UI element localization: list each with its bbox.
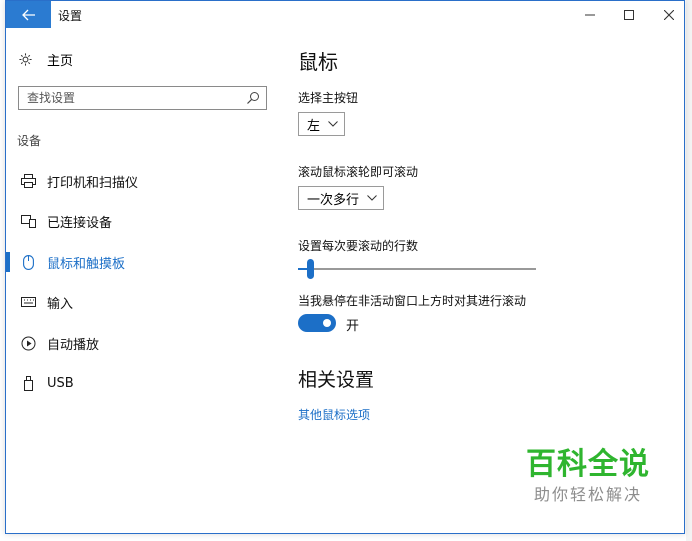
maximize-icon — [624, 9, 634, 20]
minimize-button[interactable] — [570, 1, 610, 28]
chevron-down-icon — [328, 121, 338, 127]
sidebar-item-label: 已连接设备 — [47, 215, 113, 231]
page-title: 鼠标 — [298, 50, 338, 74]
additional-mouse-options-link[interactable]: 其他鼠标选项 — [298, 406, 370, 423]
home-label: 主页 — [47, 54, 74, 69]
sidebar-item-home[interactable]: 主页 — [18, 50, 73, 69]
inactive-scroll-toggle[interactable] — [298, 314, 336, 332]
lines-to-scroll-slider[interactable] — [298, 259, 536, 279]
gear-icon — [19, 53, 32, 66]
keyboard-icon — [18, 297, 38, 307]
printer-icon — [18, 174, 38, 188]
search-box[interactable] — [18, 86, 267, 110]
mouse-icon — [18, 254, 38, 270]
minimize-icon — [585, 14, 595, 15]
scroll-mode-dropdown[interactable]: 一次多行 — [298, 186, 385, 210]
close-icon — [664, 9, 674, 20]
toggle-state-text: 开 — [346, 319, 360, 334]
watermark-title: 百科全说 — [526, 447, 650, 482]
watermark: 百科全说 助你轻松解决 — [518, 446, 658, 506]
close-button[interactable] — [649, 1, 689, 28]
sidebar-item-typing[interactable]: 输入 — [6, 289, 282, 315]
search-icon — [247, 92, 259, 104]
sidebar-item-label: 打印机和扫描仪 — [47, 175, 139, 191]
back-button[interactable] — [6, 1, 51, 28]
settings-window: 设置 主页 设备 — [5, 0, 685, 534]
background-window-edge — [686, 0, 692, 541]
title-bar: 设置 — [6, 1, 684, 28]
devices-icon — [18, 214, 38, 228]
usb-icon — [18, 375, 38, 391]
scroll-mode-label: 滚动鼠标滚轮即可滚动 — [298, 165, 419, 179]
dropdown-value: 一次多行 — [307, 192, 360, 208]
lines-to-scroll-label: 设置每次要滚动的行数 — [298, 239, 419, 253]
watermark-subtitle: 助你轻松解决 — [533, 485, 642, 504]
sidebar-item-label: 鼠标和触摸板 — [47, 256, 126, 272]
autoplay-icon — [18, 336, 38, 351]
dropdown-value: 左 — [307, 118, 321, 134]
related-settings-title: 相关设置 — [298, 369, 375, 391]
sidebar-item-label: 输入 — [47, 296, 74, 312]
sidebar: 主页 设备 打印机和扫描仪 已连接设备 鼠标和触摸板 — [6, 28, 282, 533]
sidebar-item-connected-devices[interactable]: 已连接设备 — [6, 208, 282, 234]
primary-button-dropdown[interactable]: 左 — [298, 112, 346, 136]
search-input[interactable] — [19, 88, 247, 108]
sidebar-item-printers[interactable]: 打印机和扫描仪 — [6, 168, 282, 194]
inactive-scroll-label: 当我悬停在非活动窗口上方时对其进行滚动 — [298, 294, 527, 308]
slider-thumb[interactable] — [307, 259, 314, 279]
chevron-down-icon — [367, 195, 377, 201]
section-title: 设备 — [17, 134, 42, 148]
sidebar-item-autoplay[interactable]: 自动播放 — [6, 330, 282, 356]
sidebar-item-label: 自动播放 — [47, 337, 100, 353]
window-title: 设置 — [58, 9, 83, 23]
maximize-button[interactable] — [609, 1, 649, 28]
sidebar-item-usb[interactable]: USB — [6, 370, 282, 396]
sidebar-item-mouse-touchpad[interactable]: 鼠标和触摸板 — [6, 249, 282, 275]
primary-button-label: 选择主按钮 — [298, 91, 359, 105]
arrow-left-icon — [21, 9, 35, 20]
sidebar-item-label: USB — [47, 375, 74, 391]
